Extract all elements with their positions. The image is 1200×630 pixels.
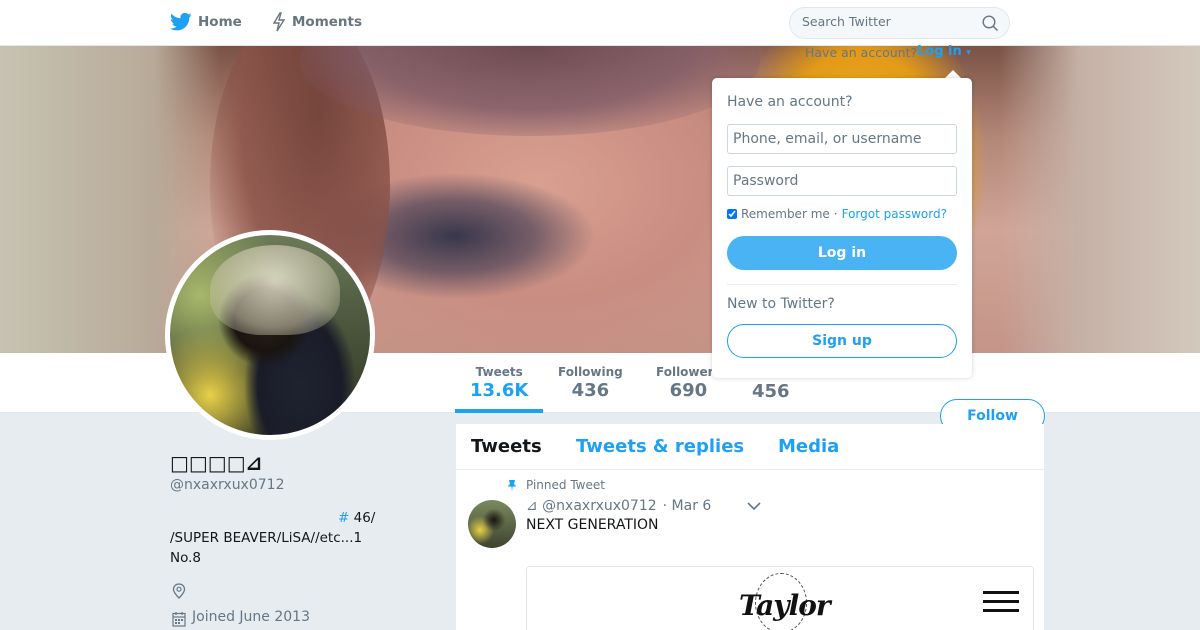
stat-followers[interactable]: Followers 690: [656, 365, 721, 401]
pin-icon: [507, 479, 517, 491]
chevron-down-icon[interactable]: [747, 501, 761, 511]
search-icon[interactable]: [982, 15, 999, 32]
top-navigation-bar: Home Moments: [0, 0, 1200, 46]
have-account-text: Have an account?: [805, 45, 918, 60]
timeline: Tweets Tweets & replies Media Pinned Twe…: [456, 424, 1044, 630]
joined-date: Joined June 2013: [192, 609, 310, 625]
bio-line: No.8: [170, 550, 202, 566]
stat-label: Following: [558, 365, 623, 379]
login-link-label: Log in: [917, 44, 962, 59]
nav-moments-label: Moments: [292, 14, 363, 30]
dropdown-divider: [727, 284, 957, 285]
logo-wordmark: Taylor: [739, 589, 831, 622]
avatar-umbrella-shape: [210, 245, 340, 335]
tweet-text: NEXT GENERATION: [526, 517, 659, 533]
timeline-tabs: Tweets Tweets & replies Media: [456, 424, 1044, 470]
bio-hashtag[interactable]: #: [338, 510, 349, 526]
stat-value: 456: [752, 381, 790, 402]
hamburger-menu-icon: [983, 591, 1019, 618]
search-box[interactable]: [789, 7, 1010, 39]
signup-button[interactable]: Sign up: [727, 324, 957, 358]
stat-label: Followers: [656, 365, 721, 379]
username-field[interactable]: [727, 124, 957, 154]
nav-home[interactable]: Home: [170, 12, 242, 32]
tab-tweets-and-replies[interactable]: Tweets & replies: [576, 436, 744, 457]
banner-right-shade: [1000, 46, 1200, 353]
nav-moments[interactable]: Moments: [272, 12, 362, 32]
stat-label: Tweets: [475, 365, 523, 379]
tab-media[interactable]: Media: [778, 436, 839, 457]
password-field[interactable]: [727, 166, 957, 196]
profile-avatar[interactable]: [165, 230, 375, 440]
stat-value: 690: [669, 380, 708, 401]
twitter-bird-icon: [170, 12, 192, 31]
tweet-author[interactable]: ⊿ @nxaxrxux0712: [526, 498, 657, 514]
tweet-media-card[interactable]: Taylor: [526, 566, 1034, 630]
nav-home-label: Home: [198, 14, 242, 30]
caret-down-icon: ▾: [966, 48, 971, 58]
tweet-header: ⊿ @nxaxrxux0712 · Mar 6: [526, 498, 761, 514]
stat-tweets[interactable]: Tweets 13.6K: [470, 365, 528, 401]
pinned-label-text: Pinned Tweet: [526, 478, 605, 492]
pinned-tweet-label: Pinned Tweet: [506, 478, 605, 492]
stat-value: 13.6K: [470, 380, 529, 401]
calendar-icon: [172, 612, 186, 627]
location-icon: [172, 583, 186, 599]
remember-me-row: Remember me · Forgot password?: [727, 207, 947, 221]
login-link[interactable]: Log in ▾: [917, 44, 971, 59]
stat-following[interactable]: Following 436: [558, 365, 623, 401]
remember-me-checkbox[interactable]: [727, 209, 737, 219]
login-button[interactable]: Log in: [727, 236, 957, 270]
lightning-icon: [272, 12, 286, 32]
bio-line: /SUPER BEAVER/LiSA//etc...1: [170, 530, 363, 546]
tweet-avatar[interactable]: [468, 500, 516, 548]
tab-tweets[interactable]: Tweets: [471, 436, 542, 457]
new-to-twitter-text: New to Twitter?: [727, 296, 835, 312]
active-stat-indicator: [455, 409, 543, 413]
taylor-logo: Taylor: [739, 573, 831, 630]
tweet-date[interactable]: · Mar 6: [663, 498, 712, 514]
separator-dot: ·: [833, 207, 838, 221]
stat-value: 436: [571, 380, 610, 401]
login-dropdown: Have an account? Remember me · Forgot pa…: [712, 78, 972, 378]
bio-text: 46/: [349, 510, 376, 526]
bio-line: # 46/: [338, 508, 375, 528]
profile-name: □□□□⊿: [170, 451, 263, 475]
remember-me-label[interactable]: Remember me: [741, 207, 830, 221]
forgot-password-link[interactable]: Forgot password?: [842, 207, 947, 221]
search-input[interactable]: [802, 14, 972, 29]
login-dropdown-title: Have an account?: [727, 94, 853, 110]
profile-handle[interactable]: @nxaxrxux0712: [170, 477, 284, 493]
